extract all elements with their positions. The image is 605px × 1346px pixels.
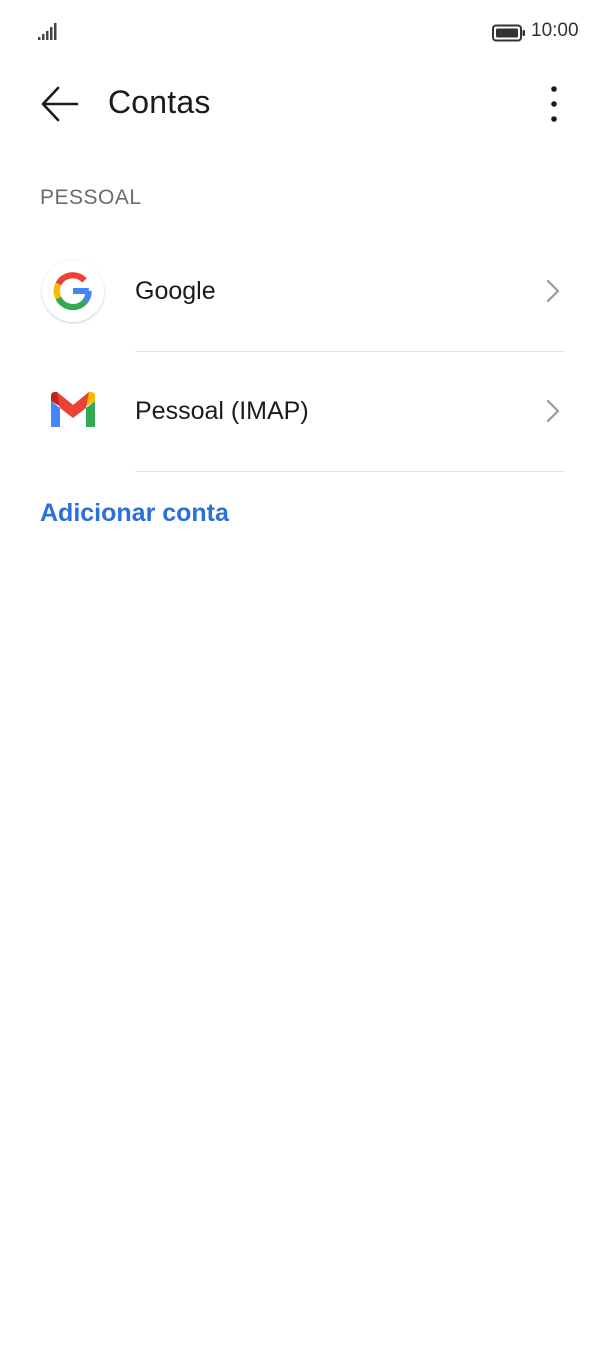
signal-icon — [38, 23, 57, 40]
account-row-google[interactable]: Google — [0, 232, 605, 352]
account-row-imap[interactable]: Pessoal (IMAP) — [0, 352, 605, 472]
gmail-icon — [51, 392, 95, 427]
google-icon — [42, 260, 104, 322]
back-arrow-icon — [41, 86, 79, 122]
app-bar: Contas — [0, 64, 605, 144]
page-title: Contas — [108, 84, 211, 120]
back-button[interactable] — [34, 82, 86, 126]
account-label: Pessoal (IMAP) — [135, 397, 309, 425]
more-options-button[interactable] — [534, 80, 574, 128]
add-account-link[interactable]: Adicionar conta — [40, 499, 229, 528]
status-bar: 10:00 — [0, 0, 605, 64]
battery-icon — [492, 24, 525, 42]
section-header: PESSOAL — [40, 186, 142, 209]
chevron-right-icon — [546, 399, 560, 423]
more-vert-icon — [551, 86, 557, 122]
chevron-right-icon — [546, 279, 560, 303]
account-label: Google — [135, 277, 216, 305]
status-time: 10:00 — [531, 20, 579, 41]
divider — [135, 471, 565, 472]
